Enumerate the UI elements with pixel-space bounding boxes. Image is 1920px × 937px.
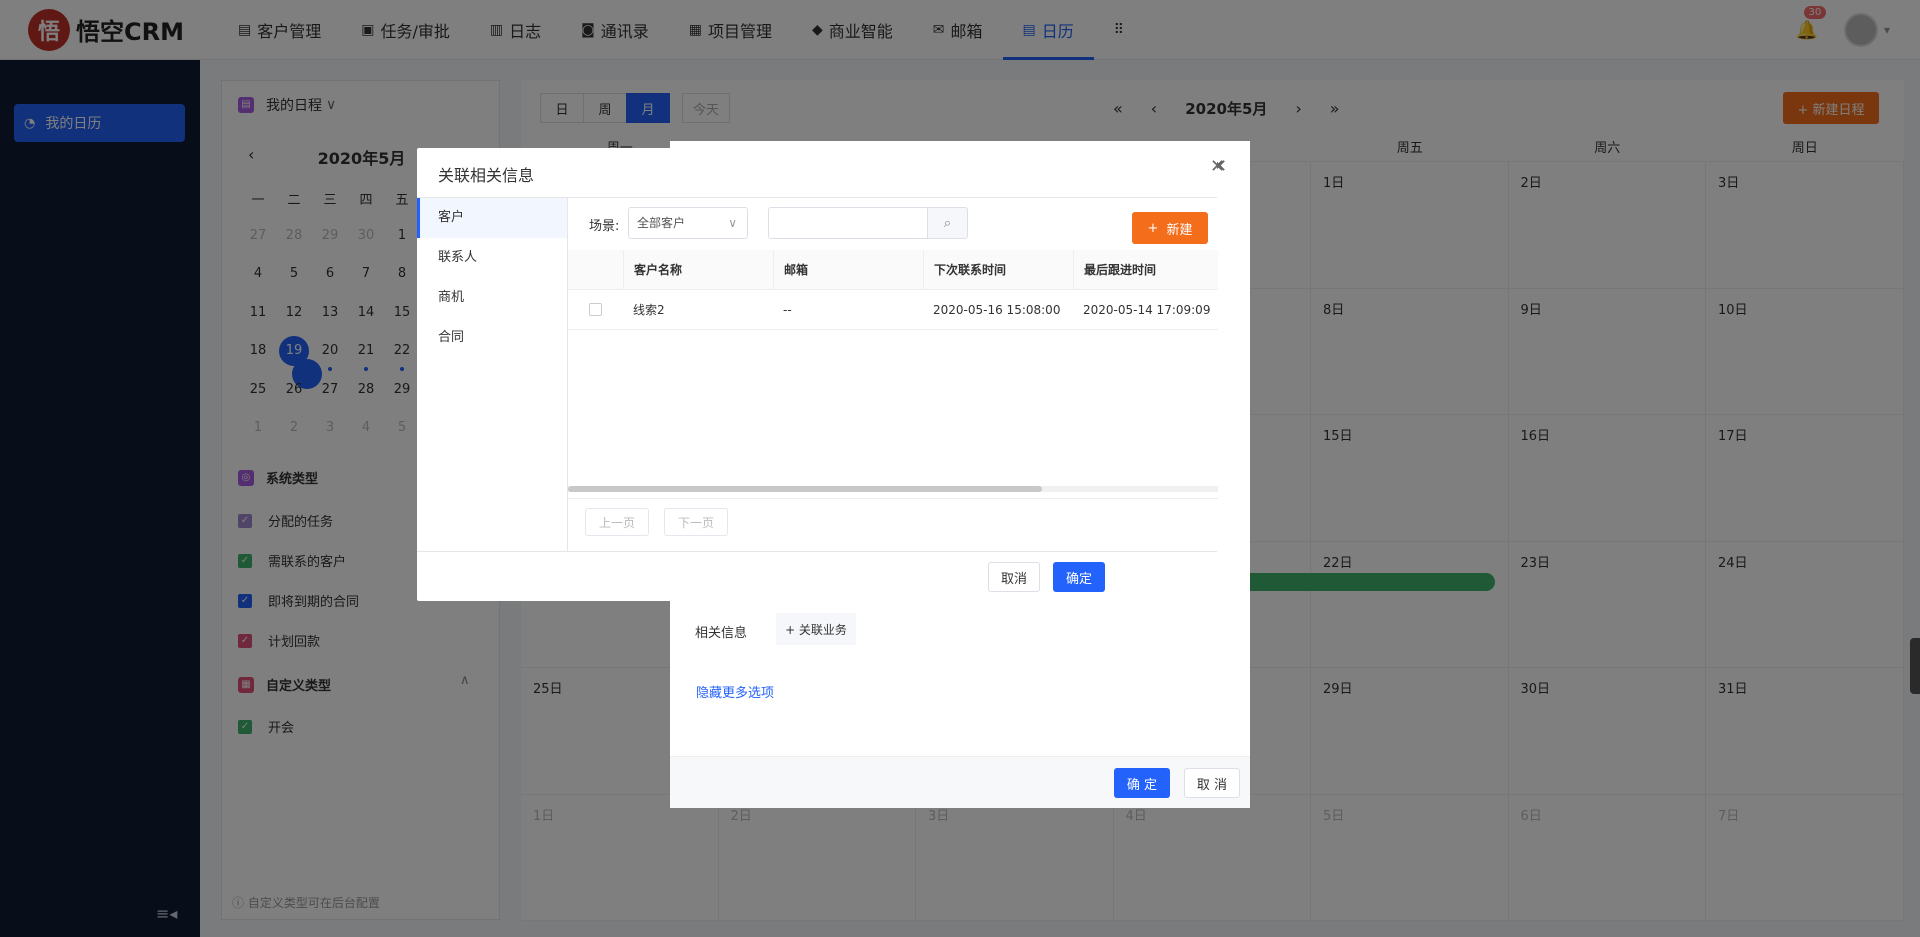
scene-label: 场景: (589, 219, 620, 234)
table-header: 客户名称 邮箱 下次联系时间 最后跟进时间 (568, 249, 1218, 290)
new-customer-button[interactable]: + 新建 (1132, 212, 1208, 244)
horizontal-scrollbar[interactable] (568, 486, 1218, 492)
row-checkbox[interactable] (589, 303, 602, 316)
scene-select-value: 全部客户 (637, 216, 686, 230)
related-info-label: 相关信息 (695, 626, 748, 641)
related-type-tabs: 客户 联系人 商机 合同 (417, 198, 567, 551)
last-follow-cell: 2020-05-14 17:09:09 (1083, 302, 1211, 317)
related-tab-0[interactable]: 客户 (417, 198, 567, 238)
chevron-down-icon: ∨ (728, 216, 737, 230)
email-cell: -- (783, 302, 792, 317)
side-handle[interactable] (1910, 638, 1920, 694)
next-contact-cell: 2020-05-16 15:08:00 (933, 302, 1061, 317)
dialog-footer: 确 定 取 消 (670, 756, 1250, 808)
related-tab-1[interactable]: 联系人 (417, 238, 567, 278)
scene-select[interactable]: 全部客户 ∨ (628, 207, 748, 239)
next-page-button[interactable]: 下一页 (664, 508, 728, 536)
prev-page-button[interactable]: 上一页 (585, 508, 649, 536)
cancel-button[interactable]: 取消 (988, 562, 1040, 592)
table-row[interactable]: 线索2 -- 2020-05-16 15:08:00 2020-05-14 17:09… (568, 290, 1218, 330)
dialog-footer: 取消 确定 (417, 551, 1217, 601)
link-business-button[interactable]: + 关联业务 (776, 613, 856, 645)
related-tab-3[interactable]: 合同 (417, 318, 567, 358)
scrollbar-thumb[interactable] (568, 486, 1042, 492)
close-icon[interactable]: ✕ (1210, 156, 1225, 177)
pagination: 上一页 下一页 (568, 498, 1218, 550)
related-tab-2[interactable]: 商机 (417, 278, 567, 318)
cancel-button[interactable]: 取 消 (1184, 768, 1240, 798)
column-header: 下次联系时间 (923, 249, 1073, 290)
search-icon[interactable]: ⌕ (927, 207, 968, 239)
column-header: 最后跟进时间 (1073, 249, 1218, 290)
search-input[interactable] (768, 207, 928, 239)
dialog-title: 关联相关信息 (438, 166, 535, 185)
new-label: 新建 (1166, 222, 1193, 238)
related-info-dialog: 关联相关信息 ✕ 客户 联系人 商机 合同 场景: 全部客户 ∨ ⌕ + 新建 客户名称邮… (417, 148, 1225, 601)
plus-icon: + (1147, 220, 1159, 236)
hide-more-options-link[interactable]: 隐藏更多选项 (696, 682, 774, 701)
customer-table: 客户名称 邮箱 下次联系时间 最后跟进时间线索2 -- 2020-05-16 15:08:… (568, 249, 1218, 330)
related-list-panel: 场景: 全部客户 ∨ ⌕ + 新建 客户名称 邮箱 下次联系时间 最后跟进时间线索2 -- 2… (567, 198, 1218, 551)
confirm-button[interactable]: 确 定 (1114, 768, 1170, 798)
column-header: 邮箱 (773, 249, 923, 290)
column-header: 客户名称 (623, 249, 773, 290)
customer-name-cell[interactable]: 线索2 (623, 301, 773, 318)
confirm-button[interactable]: 确定 (1053, 562, 1105, 592)
row-checkbox-cell (568, 303, 623, 316)
